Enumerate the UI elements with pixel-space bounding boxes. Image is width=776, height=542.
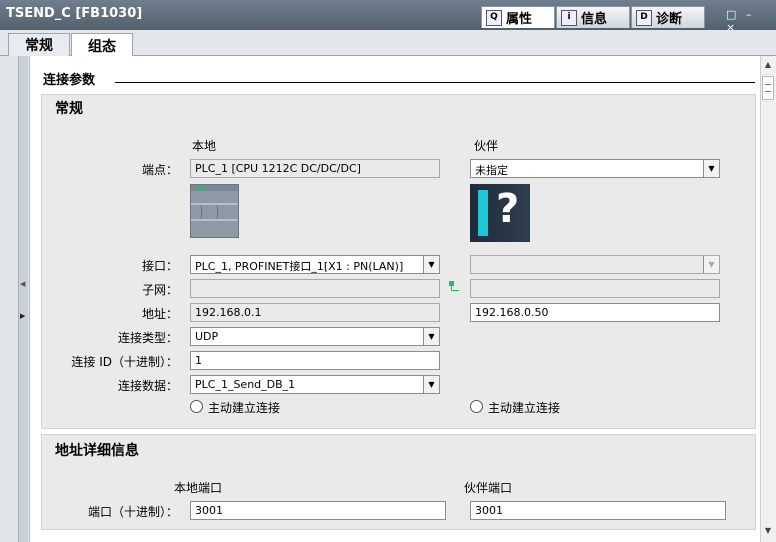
local-endpoint-field: PLC_1 [CPU 1212C DC/DC/DC] [190,159,440,178]
grip-icon [765,84,771,92]
local-port-input[interactable]: 3001 [190,501,446,520]
scroll-up-icon[interactable]: ▲ [761,58,775,72]
partner-port-input[interactable]: 3001 [470,501,726,520]
tab-info-label: 信息 [581,12,608,27]
partner-endpoint-dropdown[interactable]: 未指定 ▼ [470,159,720,178]
interface-label: 接口： [141,259,178,273]
properties-icon: Q [486,9,502,26]
conn-data-value: PLC_1_Send_DB_1 [195,378,296,391]
window-controls[interactable]: □ – × [726,8,772,34]
tab-properties-label: 属性 [506,12,533,27]
chevron-down-icon: ▼ [703,160,719,177]
partner-subnet-field [470,279,720,298]
partner-interface-dropdown: ▼ [470,255,720,274]
section-divider [115,82,755,83]
collapse-left-icon[interactable]: ◀ [20,280,25,288]
conn-data-label: 连接数据： [117,379,178,393]
endpoint-label: 端点： [141,163,178,177]
conn-id-input[interactable]: 1 [190,351,440,370]
network-link-icon [449,281,461,293]
partner-active-label: 主动建立连接 [488,401,561,415]
general-title: 常规 [55,101,83,117]
tab-diagnostics[interactable]: D 诊断 [631,6,705,28]
local-interface-value: PLC_1, PROFINET接口_1[X1 : PN(LAN)] [195,260,404,273]
vertical-scrollbar[interactable] [760,56,776,542]
conn-data-dropdown[interactable]: PLC_1_Send_DB_1 ▼ [190,375,440,394]
local-subnet-field [190,279,440,298]
collapse-right-icon[interactable]: ▶ [20,312,25,320]
port-label: 端口（十进制）： [87,505,178,519]
partner-port-header: 伙伴端口 [464,481,513,495]
conn-id-label: 连接 ID（十进制）： [71,355,178,369]
partner-active-radio[interactable] [470,400,483,413]
tab-configuration[interactable]: 组态 [71,33,133,57]
tab-info[interactable]: i 信息 [556,6,630,28]
address-details-title: 地址详细信息 [55,443,139,459]
address-label: 地址： [141,307,178,321]
local-plc-image [190,184,239,238]
conn-type-dropdown[interactable]: UDP ▼ [190,327,440,346]
diagnostics-icon: D [636,9,652,26]
local-active-label: 主动建立连接 [208,401,281,415]
partner-address-input[interactable]: 192.168.0.50 [470,303,720,322]
scroll-down-icon[interactable]: ▼ [761,524,775,538]
conn-type-value: UDP [195,330,219,343]
chevron-down-icon: ▼ [423,328,439,345]
partner-header: 伙伴 [474,139,499,153]
conn-type-label: 连接类型： [117,331,178,345]
local-address-field: 192.168.0.1 [190,303,440,322]
local-header: 本地 [192,139,217,153]
window-title: TSEND_C [FB1030] [6,6,143,21]
chevron-down-icon: ▼ [423,376,439,393]
chevron-down-icon: ▼ [423,256,439,273]
tab-properties[interactable]: Q 属性 [481,6,555,28]
info-icon: i [561,9,577,26]
collapse-handle[interactable] [18,56,28,542]
tab-diagnostics-label: 诊断 [656,12,683,27]
unknown-device-image: ? [470,184,530,242]
partner-endpoint-value: 未指定 [475,164,508,177]
local-port-header: 本地端口 [174,481,223,495]
chevron-down-icon: ▼ [703,256,719,273]
local-active-radio[interactable] [190,400,203,413]
question-mark-icon: ? [496,186,520,232]
subnet-label: 子网： [141,283,178,297]
tab-general[interactable]: 常规 [8,33,70,56]
section-title: 连接参数 [43,73,96,88]
local-interface-dropdown[interactable]: PLC_1, PROFINET接口_1[X1 : PN(LAN)] ▼ [190,255,440,274]
